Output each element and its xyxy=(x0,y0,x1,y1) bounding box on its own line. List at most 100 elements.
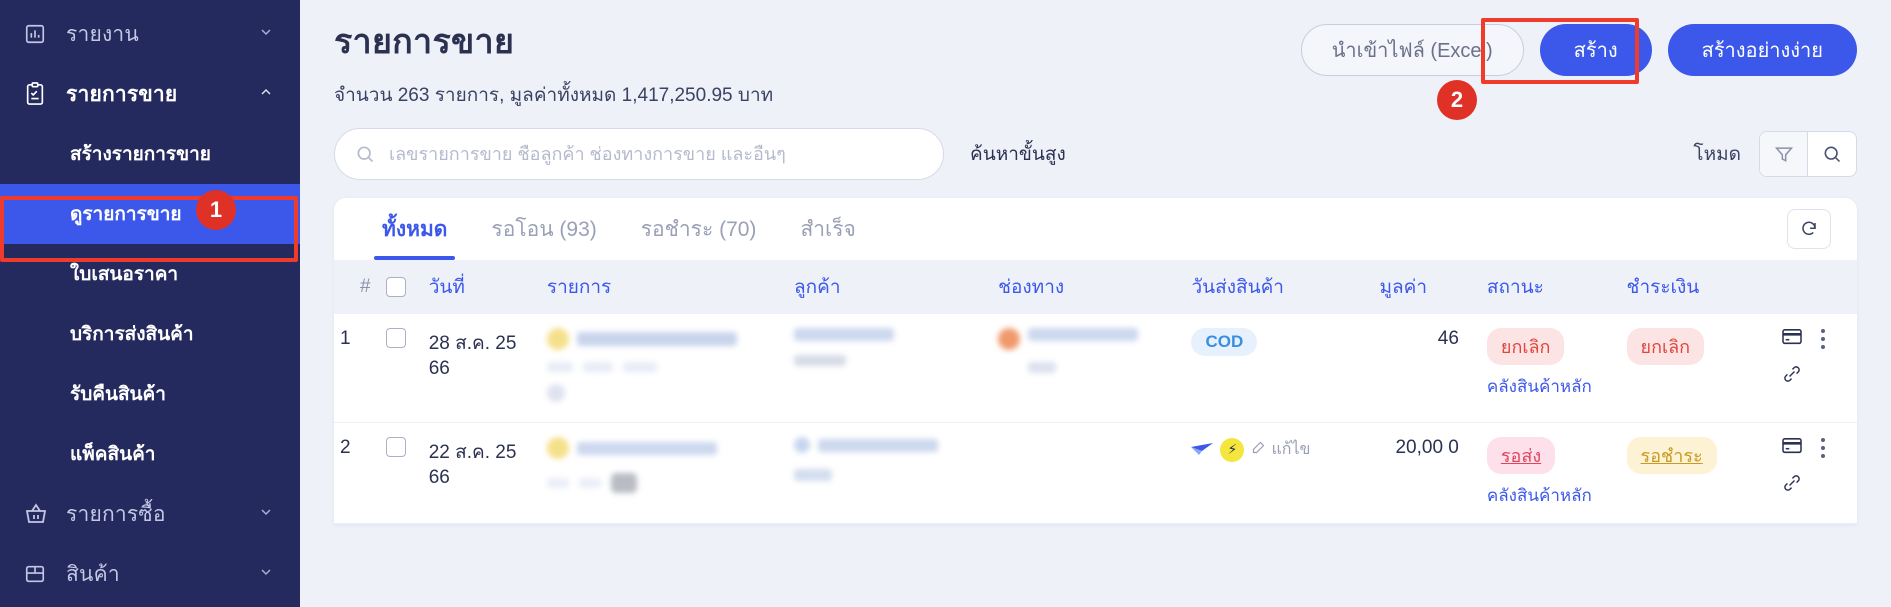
th-delivery-date[interactable]: วันส่งสินค้า xyxy=(1185,260,1374,314)
sidebar-item-quotation[interactable]: ใบเสนอราคา xyxy=(0,244,300,304)
row-menu-cell[interactable] xyxy=(1813,422,1857,524)
th-index: # xyxy=(334,260,380,314)
create-simple-button[interactable]: สร้างอย่างง่าย xyxy=(1667,24,1857,76)
row-date: 22 ส.ค. 25 66 xyxy=(422,422,541,524)
row-item xyxy=(540,314,788,423)
row-select-cell[interactable] xyxy=(379,422,423,524)
row-select-cell[interactable] xyxy=(379,314,423,423)
sidebar-item-view-sale[interactable]: ดูรายการขาย xyxy=(0,184,300,244)
payment-badge[interactable]: รอชำระ xyxy=(1626,437,1717,474)
item-avatar-redacted xyxy=(546,437,569,459)
import-excel-button[interactable]: นำเข้าไฟล์ (Excel) xyxy=(1300,24,1524,76)
funnel-icon[interactable] xyxy=(1760,132,1808,176)
item-meta-redacted xyxy=(578,478,601,488)
th-customer[interactable]: ลูกค้า xyxy=(787,260,993,314)
sidebar-sub-label: สร้างรายการขาย xyxy=(70,144,211,165)
item-meta-redacted xyxy=(546,478,569,488)
sidebar-item-reports[interactable]: รายงาน xyxy=(0,4,300,64)
item-meta-redacted xyxy=(546,362,573,372)
item-name-redacted xyxy=(576,332,737,346)
link-icon[interactable] xyxy=(1782,473,1802,499)
thai-post-icon xyxy=(1191,439,1214,461)
sidebar-sub-label: บริการส่งสินค้า xyxy=(70,324,194,345)
credit-card-icon[interactable] xyxy=(1781,437,1803,461)
sidebar-item-returns[interactable]: รับคืนสินค้า xyxy=(0,364,300,424)
status-warehouse[interactable]: คลังสินค้าหลัก xyxy=(1487,373,1615,400)
customer-name-redacted xyxy=(817,438,938,452)
customer-avatar-redacted xyxy=(793,437,810,453)
tab-done[interactable]: สำเร็จ xyxy=(778,198,877,260)
link-icon[interactable] xyxy=(1782,364,1802,390)
th-select-all[interactable] xyxy=(379,260,423,314)
status-badge[interactable]: รอส่ง xyxy=(1486,437,1556,474)
search-row: ค้นหาขั้นสูง โหมด xyxy=(300,110,1891,180)
edit-icon xyxy=(1251,440,1266,460)
row-value: 20,00 0 xyxy=(1373,422,1481,524)
row-delivery-date: COD xyxy=(1185,314,1374,423)
item-meta-redacted xyxy=(622,362,657,372)
search-input[interactable] xyxy=(389,143,923,165)
tab-pending-payment[interactable]: รอชำระ (70) xyxy=(619,198,779,260)
status-warehouse[interactable]: คลังสินค้าหลัก xyxy=(1487,482,1615,509)
th-payment[interactable]: ชำระเงิน xyxy=(1620,260,1771,314)
sidebar-sub-label: แพ็คสินค้า xyxy=(70,444,156,465)
sales-card: ทั้งหมด รอโอน (93) รอชำระ (70) สำเร็จ # xyxy=(334,198,1857,524)
th-value[interactable]: มูลค่า xyxy=(1373,260,1481,314)
create-button[interactable]: สร้าง xyxy=(1539,24,1652,76)
channel-avatar-redacted xyxy=(998,328,1021,350)
item-avatar-redacted xyxy=(546,328,569,350)
row-menu-cell[interactable] xyxy=(1813,314,1857,423)
row-value: 46 xyxy=(1373,314,1481,423)
search-icon xyxy=(355,144,375,164)
page-titles: รายการขาย จำนวน 263 รายการ, มูลค่าทั้งหม… xyxy=(334,14,1301,110)
kebab-menu-icon[interactable] xyxy=(1820,438,1826,464)
row-index: 1 xyxy=(334,314,380,423)
select-all-checkbox[interactable] xyxy=(385,277,406,297)
table-row[interactable]: 1 28 ส.ค. 25 66 COD 46 ยกเลิก คลังสินค้า… xyxy=(334,314,1857,423)
row-payment: รอชำระ xyxy=(1620,422,1771,524)
sales-table: # วันที่ รายการ ลูกค้า ช่องทาง วันส่งสิน… xyxy=(334,260,1857,524)
row-checkbox[interactable] xyxy=(385,437,406,457)
cod-badge: COD xyxy=(1191,328,1258,356)
sidebar-item-pack-goods[interactable]: แพ็คสินค้า xyxy=(0,424,300,484)
clipboard-check-icon xyxy=(24,82,54,106)
customer-name-redacted xyxy=(793,328,894,341)
item-name-redacted xyxy=(576,441,717,455)
flash-express-icon: ⚡ xyxy=(1220,437,1245,462)
table-row[interactable]: 2 22 ส.ค. 25 66 ⚡ แก้ไข 20,00 0 รอส่ง คล… xyxy=(334,422,1857,524)
refresh-icon[interactable] xyxy=(1787,209,1831,249)
th-icons xyxy=(1770,260,1814,314)
sidebar-item-label: รายการซื้อ xyxy=(66,502,166,526)
row-icon-stack xyxy=(1770,422,1814,524)
edit-delivery-button[interactable]: แก้ไข xyxy=(1251,437,1310,462)
tab-pending-transfer[interactable]: รอโอน (93) xyxy=(469,198,618,260)
th-channel[interactable]: ช่องทาง xyxy=(992,260,1186,314)
chevron-down-icon xyxy=(258,562,274,586)
row-customer xyxy=(787,422,993,524)
row-status: ยกเลิก คลังสินค้าหลัก xyxy=(1480,314,1621,423)
kebab-menu-icon[interactable] xyxy=(1820,329,1826,355)
channel-name-redacted xyxy=(1028,328,1139,341)
sidebar-item-create-sale[interactable]: สร้างรายการขาย xyxy=(0,124,300,184)
tab-all[interactable]: ทั้งหมด xyxy=(360,198,469,260)
search-box[interactable] xyxy=(334,128,944,180)
item-meta-redacted xyxy=(582,362,613,372)
sidebar-item-sales[interactable]: รายการขาย xyxy=(0,64,300,124)
advanced-search-link[interactable]: ค้นหาขั้นสูง xyxy=(970,139,1066,169)
create-button-wrap: สร้าง xyxy=(1539,24,1652,76)
row-checkbox[interactable] xyxy=(385,328,406,348)
sidebar-item-purchases[interactable]: รายการซื้อ xyxy=(0,484,300,544)
mode-label: โหมด xyxy=(1693,144,1741,165)
th-item[interactable]: รายการ xyxy=(540,260,788,314)
th-status[interactable]: สถานะ xyxy=(1480,260,1621,314)
search-toggle-icon[interactable] xyxy=(1808,132,1856,176)
credit-card-icon[interactable] xyxy=(1781,328,1803,352)
row-payment: ยกเลิก xyxy=(1620,314,1771,423)
sidebar-item-products[interactable]: สินค้า xyxy=(0,544,300,604)
mode-segmented-control xyxy=(1759,131,1857,177)
chevron-up-icon xyxy=(258,82,274,106)
main-content: รายการขาย จำนวน 263 รายการ, มูลค่าทั้งหม… xyxy=(300,0,1891,607)
th-menu xyxy=(1813,260,1857,314)
th-date[interactable]: วันที่ xyxy=(422,260,541,314)
sidebar-item-shipping-service[interactable]: บริการส่งสินค้า xyxy=(0,304,300,364)
